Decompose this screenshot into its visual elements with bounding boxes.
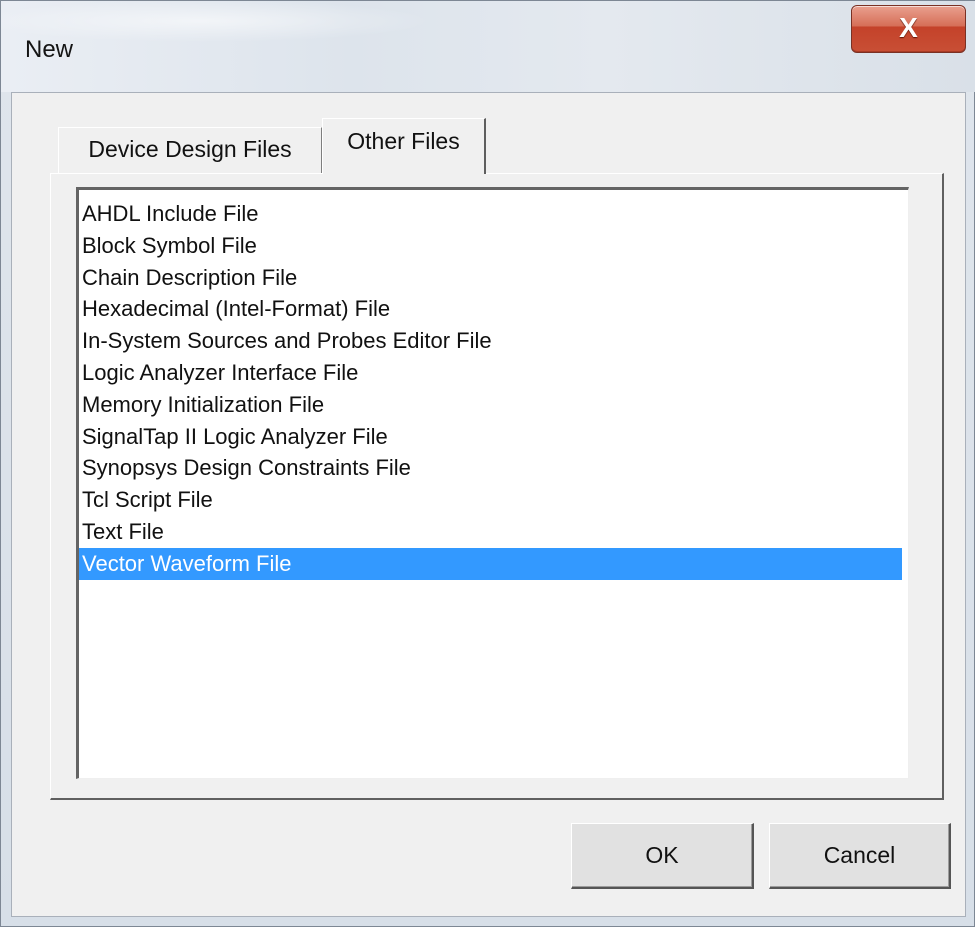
tab-other-files[interactable]: Other Files	[322, 118, 486, 174]
list-item-text-file[interactable]: Text File	[79, 516, 908, 548]
tab-label: Device Design Files	[88, 136, 292, 162]
ok-button-label: OK	[645, 842, 679, 868]
dialog-content: Device Design Files Other Files AHDL Inc…	[11, 92, 966, 917]
list-item-chain-description-file[interactable]: Chain Description File	[79, 262, 908, 294]
list-item-synopsys-design-constraints-file[interactable]: Synopsys Design Constraints File	[79, 452, 908, 484]
new-dialog-window: New X Device Design Files Other Files AH…	[0, 0, 975, 927]
list-item-ahdl-include-file[interactable]: AHDL Include File	[79, 198, 908, 230]
list-item-signaltap-ii-logic-analyzer-file[interactable]: SignalTap II Logic Analyzer File	[79, 421, 908, 453]
list-item-in-system-sources-probes-editor-file[interactable]: In-System Sources and Probes Editor File	[79, 325, 908, 357]
cancel-button-label: Cancel	[823, 842, 896, 868]
close-icon: X	[899, 12, 918, 43]
list-item-tcl-script-file[interactable]: Tcl Script File	[79, 484, 908, 516]
close-button[interactable]: X	[851, 5, 966, 53]
list-item-vector-waveform-file[interactable]: Vector Waveform File	[79, 547, 902, 580]
dialog-title: New	[25, 36, 74, 63]
title-bar: New X	[1, 1, 975, 92]
list-item-block-symbol-file[interactable]: Block Symbol File	[79, 230, 908, 262]
file-type-list[interactable]: AHDL Include File Block Symbol File Chai…	[76, 187, 909, 779]
list-item-memory-initialization-file[interactable]: Memory Initialization File	[79, 389, 908, 421]
list-item-hexadecimal-file[interactable]: Hexadecimal (Intel-Format) File	[79, 293, 908, 325]
ok-button[interactable]: OK	[571, 823, 754, 889]
cancel-button[interactable]: Cancel	[769, 823, 951, 889]
list-item-logic-analyzer-interface-file[interactable]: Logic Analyzer Interface File	[79, 357, 908, 389]
tab-device-design-files[interactable]: Device Design Files	[58, 127, 322, 173]
other-files-tab-panel: AHDL Include File Block Symbol File Chai…	[50, 173, 944, 800]
tab-label: Other Files	[347, 128, 460, 154]
